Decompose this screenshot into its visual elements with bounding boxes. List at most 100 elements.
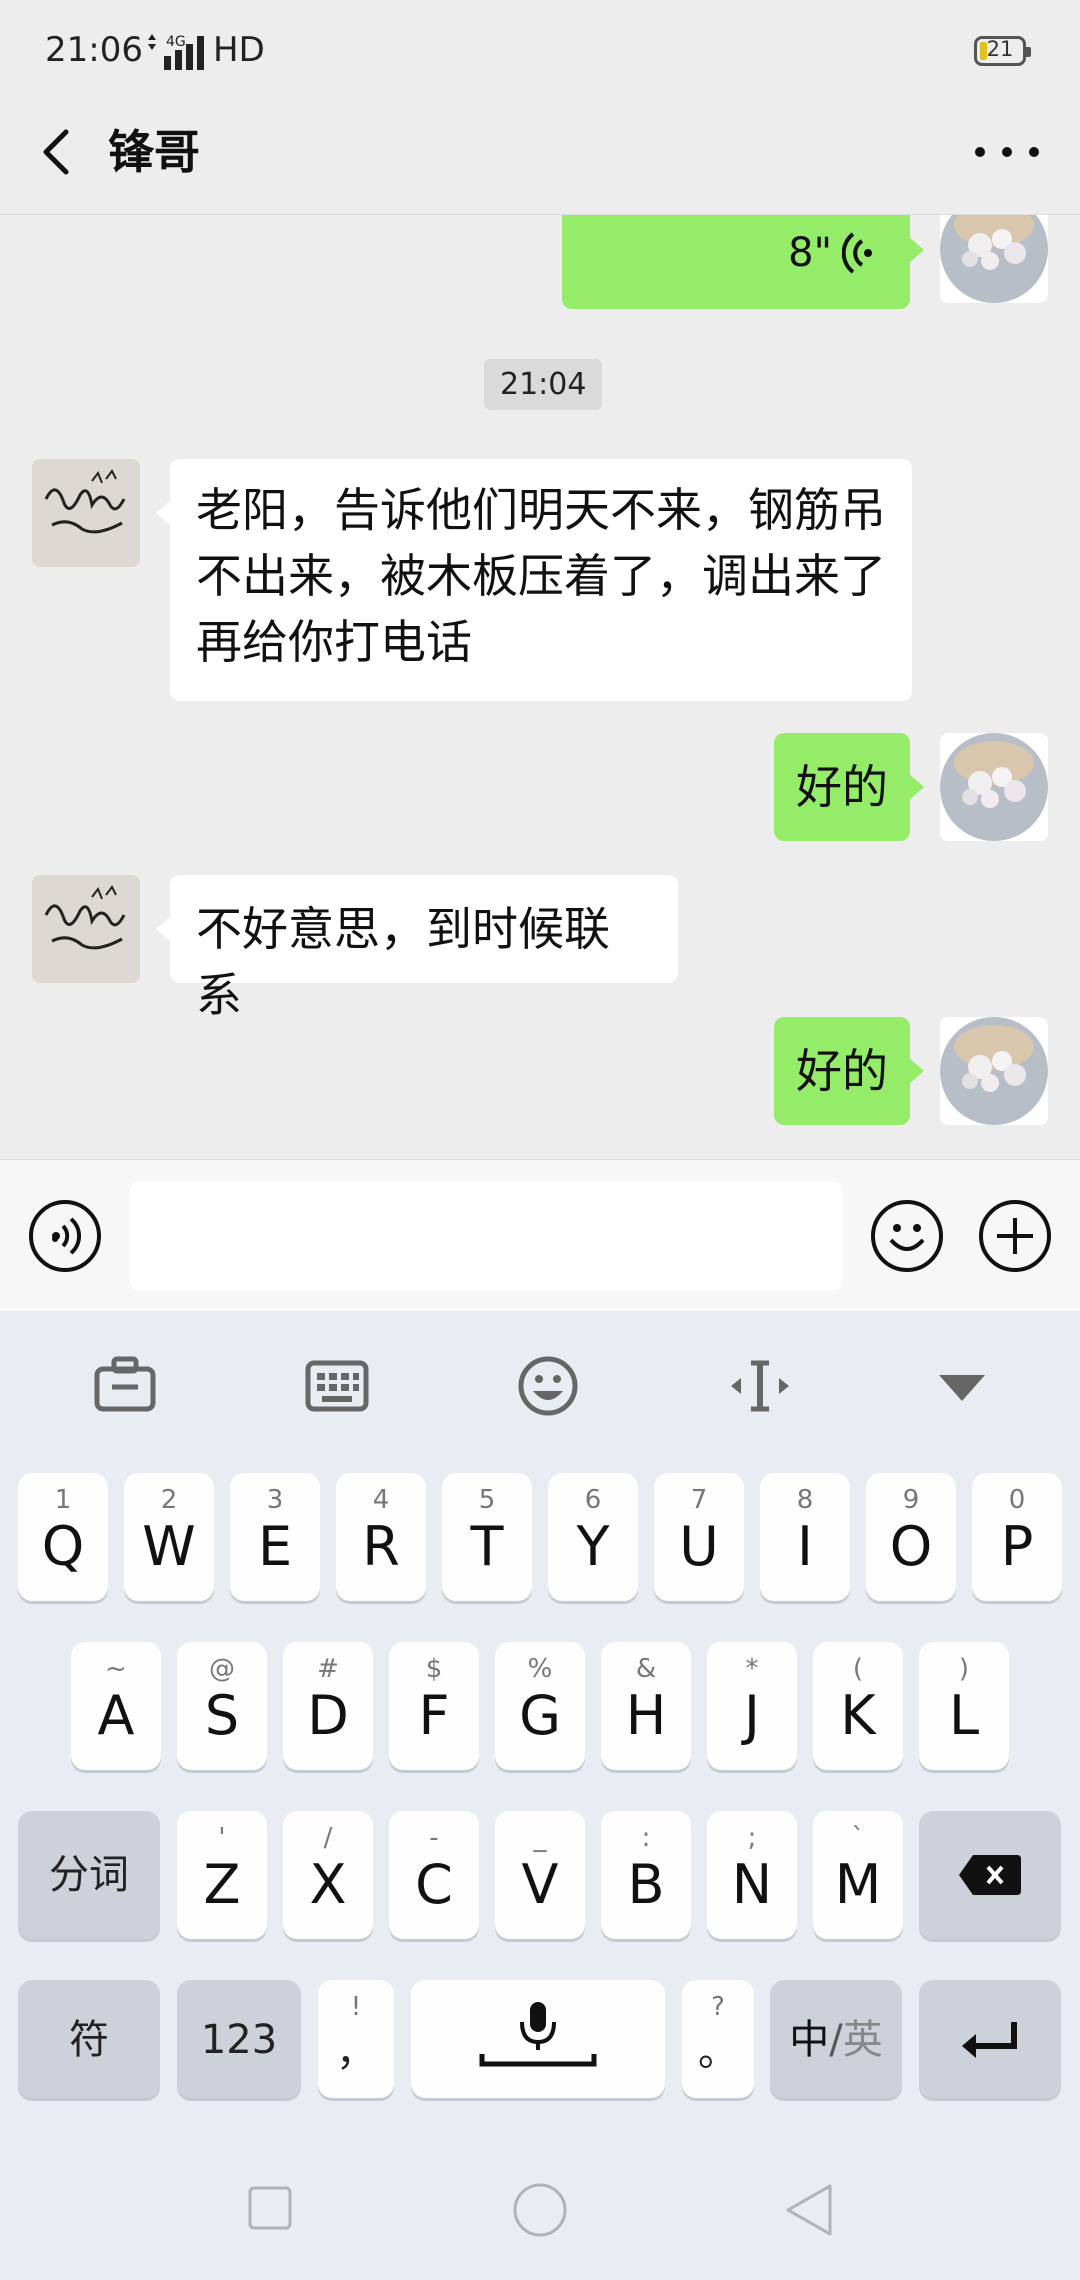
key-label: V [521, 1853, 559, 1916]
key-f[interactable]: $ F [389, 1642, 479, 1770]
space-key[interactable] [411, 1980, 665, 2098]
key-label: Y [576, 1515, 610, 1578]
key-label: T [470, 1515, 504, 1578]
chat-history[interactable]: 8" 21:04 老阳，告诉他们明天不来，钢筋吊 不出来，被木板压着了，调出来了… [0, 215, 1080, 1159]
key-label: C [415, 1853, 453, 1916]
key-secondary-label: 6 [584, 1485, 602, 1515]
comma-key[interactable]: ! ， [318, 1980, 394, 2098]
key-q[interactable]: 1Q [18, 1473, 108, 1601]
key-t[interactable]: 5T [442, 1473, 532, 1601]
back-icon[interactable] [28, 120, 92, 184]
emoji-icon[interactable] [871, 1200, 943, 1272]
period-sub: ? [711, 1992, 725, 2022]
key-label: H [625, 1684, 667, 1747]
key-g[interactable]: % G [495, 1642, 585, 1770]
key-j[interactable]: * J [707, 1642, 797, 1770]
outgoing-message-bubble[interactable]: 好的 [774, 733, 924, 841]
microphone-icon [479, 2002, 597, 2067]
key-h[interactable]: & H [601, 1642, 691, 1770]
number-key[interactable]: 123 [177, 1980, 301, 2098]
key-z[interactable]: ' Z [177, 1811, 267, 1939]
key-y[interactable]: 6Y [548, 1473, 638, 1601]
signature-avatar-icon [32, 875, 140, 983]
plus-icon[interactable] [979, 1200, 1051, 1272]
key-e[interactable]: 3E [230, 1473, 320, 1601]
key-u[interactable]: 7U [654, 1473, 744, 1601]
key-label: Q [41, 1515, 85, 1578]
key-secondary-label: 4 [372, 1485, 390, 1515]
my-avatar[interactable] [940, 215, 1048, 303]
cursor-icon[interactable] [725, 1351, 795, 1421]
key-label: M [834, 1853, 882, 1916]
key-b[interactable]: :B [601, 1811, 691, 1939]
key-a[interactable]: ~ A [71, 1642, 161, 1770]
language-inactive: 英 [842, 2017, 883, 2063]
key-secondary-label: $ [425, 1654, 443, 1684]
key-secondary-label: * [745, 1654, 759, 1684]
input-bar [0, 1159, 1080, 1311]
key-label: Z [203, 1853, 241, 1916]
battery-icon: 21 [974, 36, 1031, 66]
key-x[interactable]: / X [283, 1811, 373, 1939]
backspace-key[interactable] [919, 1811, 1061, 1939]
key-m[interactable]: ` M [813, 1811, 903, 1939]
symbol-key[interactable]: 符 [18, 1980, 160, 2098]
key-o[interactable]: 9O [866, 1473, 956, 1601]
key-v[interactable]: _ V [495, 1811, 585, 1939]
hd-label: HD [213, 30, 265, 70]
key-secondary-label: ' [218, 1823, 226, 1853]
period-key[interactable]: ? 。 [682, 1980, 754, 2098]
contact-avatar[interactable] [32, 875, 140, 983]
key-k[interactable]: (K [813, 1642, 903, 1770]
key-secondary-label: 0 [1008, 1485, 1026, 1515]
emoji-icon[interactable] [513, 1351, 583, 1421]
toolbox-icon[interactable] [90, 1351, 160, 1421]
message-input[interactable] [130, 1182, 842, 1290]
recent-apps-icon[interactable] [248, 2186, 292, 2230]
home-icon[interactable] [512, 2182, 568, 2238]
language-toggle-key[interactable]: 中/英 [770, 1980, 902, 2098]
key-secondary-label: % [527, 1654, 553, 1684]
key-label: O [889, 1515, 933, 1578]
key-i[interactable]: 8I [760, 1473, 850, 1601]
key-label: L [948, 1684, 980, 1747]
collapse-icon[interactable] [927, 1351, 997, 1421]
key-label: G [519, 1684, 561, 1747]
navigation-bar [0, 2140, 1080, 2280]
more-icon[interactable] [970, 132, 1044, 172]
key-r[interactable]: 4R [336, 1473, 426, 1601]
back-nav-icon[interactable] [784, 2182, 834, 2238]
key-secondary-label: ` [851, 1823, 865, 1853]
key-c[interactable]: -C [389, 1811, 479, 1939]
enter-key[interactable] [919, 1980, 1061, 2098]
key-d[interactable]: # D [283, 1642, 373, 1770]
key-label: B [627, 1853, 665, 1916]
segment-key[interactable]: 分词 [18, 1811, 160, 1939]
key-secondary-label: 8 [796, 1485, 814, 1515]
key-w[interactable]: 2W [124, 1473, 214, 1601]
key-secondary-label: ( [852, 1654, 864, 1684]
voice-message-bubble[interactable]: 8" [562, 215, 924, 309]
message-line: 不出来，被木板压着了，调出来了 [196, 549, 886, 603]
comma-main: ， [336, 2029, 376, 2075]
key-secondary-label: / [323, 1823, 333, 1853]
key-label: I [797, 1515, 813, 1578]
key-label: E [257, 1515, 293, 1578]
outgoing-message-bubble[interactable]: 好的 [774, 1017, 924, 1125]
key-label: S [204, 1684, 240, 1747]
status-time: 21:06 [45, 30, 143, 70]
key-s[interactable]: @ S [177, 1642, 267, 1770]
incoming-message-bubble[interactable]: 不好意思，到时候联系 [156, 875, 678, 1022]
my-avatar[interactable] [940, 733, 1048, 841]
contact-avatar[interactable] [32, 459, 140, 567]
incoming-message-bubble[interactable]: 老阳，告诉他们明天不来，钢筋吊 不出来，被木板压着了，调出来了 再给你打电话 [156, 459, 912, 701]
key-p[interactable]: 0P [972, 1473, 1062, 1601]
key-n[interactable]: ; N [707, 1811, 797, 1939]
language-separator: / [829, 2017, 843, 2063]
voice-wave-icon [842, 232, 872, 274]
keyboard-icon[interactable] [302, 1351, 372, 1421]
voice-icon[interactable] [29, 1200, 101, 1272]
language-label: 中/英 [770, 2012, 902, 2068]
my-avatar[interactable] [940, 1017, 1048, 1125]
key-l[interactable]: ) L [919, 1642, 1009, 1770]
